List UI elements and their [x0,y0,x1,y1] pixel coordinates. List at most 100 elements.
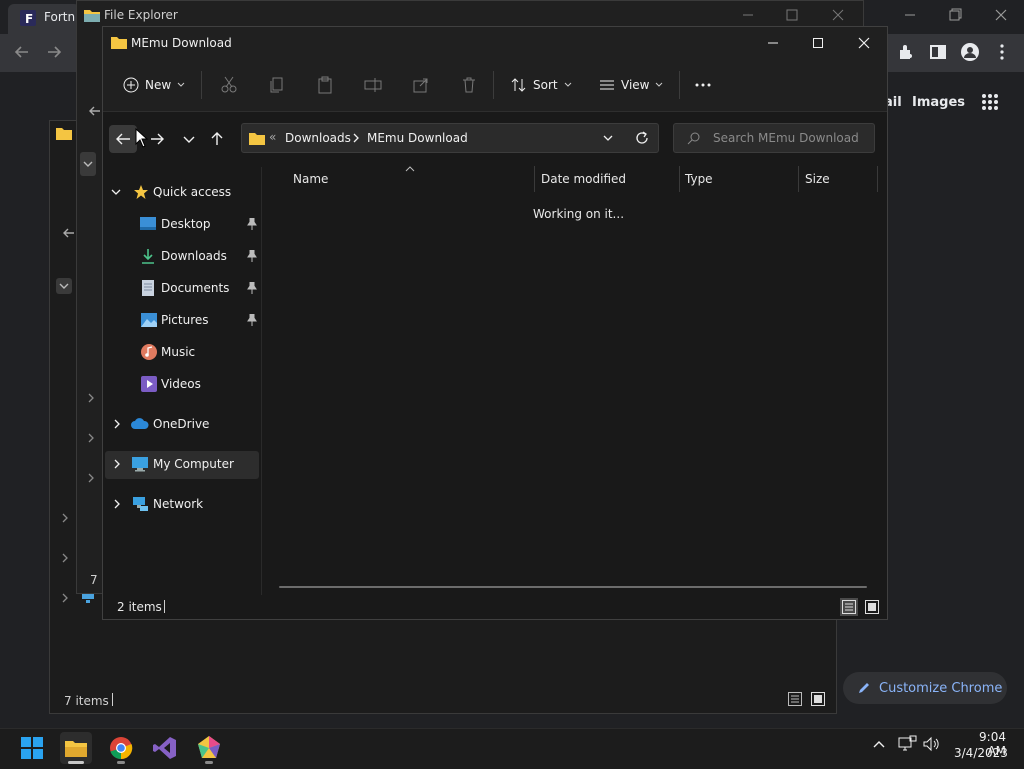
taskbar-chrome[interactable] [105,732,137,764]
column-header-date-modified[interactable]: Date modified [541,172,626,186]
folder-icon [56,126,72,140]
recent-locations-chevron-icon[interactable] [179,129,199,149]
view-button[interactable]: View [599,73,663,97]
column-separator[interactable] [679,166,680,192]
nav-item-music[interactable]: Music [103,337,259,367]
clock-date[interactable]: 3/4/2023 [954,746,1008,760]
pictures-icon [141,313,157,327]
column-header-type[interactable]: Type [685,172,713,186]
tiles-view-icon[interactable] [811,692,825,706]
bg-minimize-icon[interactable] [738,6,758,24]
apps-grid-icon[interactable] [980,92,1000,112]
tray-overflow-chevron-icon[interactable] [872,738,886,750]
customize-chrome-button[interactable]: Customize Chrome [843,672,1007,704]
rename-icon[interactable] [363,75,383,95]
minimize-icon[interactable] [763,33,783,53]
close-icon[interactable] [854,33,874,53]
delete-icon[interactable] [459,75,479,95]
nav-item-videos[interactable]: Videos [103,369,259,399]
nav-item-documents[interactable]: Documents [103,273,259,303]
address-history-chevron-icon[interactable] [601,131,615,145]
sort-label: Sort [533,78,558,92]
network-icon [133,497,148,511]
chevron-down-icon [111,189,121,195]
search-placeholder: Search MEmu Download [713,131,859,145]
plus-circle-icon [123,77,139,93]
details-view-icon[interactable] [788,692,802,706]
back-button[interactable] [109,125,137,153]
more-options-icon[interactable] [693,75,713,95]
bg-chevron-down-icon [56,278,72,294]
copy-icon[interactable] [267,75,287,95]
column-separator[interactable] [534,166,535,192]
sort-ascending-icon [405,165,415,173]
explorer-window: MEmu Download New Sort View « Downloads … [102,26,888,620]
chrome-minimize-icon[interactable] [895,6,925,24]
extensions-icon[interactable] [897,43,915,61]
tiles-view-button[interactable] [863,598,881,616]
column-separator[interactable] [798,166,799,192]
chrome-menu-icon[interactable] [996,42,1008,62]
profile-avatar-icon[interactable] [960,42,980,62]
new-button[interactable]: New [123,73,185,97]
download-arrow-icon [142,249,154,264]
images-link[interactable]: Images [912,95,965,110]
refresh-icon[interactable] [634,130,650,146]
nav-my-computer[interactable]: My Computer [103,449,259,479]
breadcrumb-chevron-icon[interactable] [351,131,361,145]
column-separator[interactable] [877,166,878,192]
taskbar-visual-studio[interactable] [149,732,181,764]
nav-item-label: Pictures [161,313,209,327]
nav-item-desktop[interactable]: Desktop [103,209,259,239]
column-header-size[interactable]: Size [805,172,830,186]
new-label: New [145,78,172,92]
side-panel-icon[interactable] [929,43,947,61]
details-view-button[interactable] [840,598,858,616]
chrome-back-icon[interactable] [12,42,32,62]
nav-quick-access[interactable]: Quick access [103,177,259,207]
chrome-icon [110,737,133,760]
taskbar-file-explorer[interactable] [60,732,92,764]
nav-item-pictures[interactable]: Pictures [103,305,259,335]
breadcrumb-downloads[interactable]: Downloads [285,131,351,145]
customize-chrome-label: Customize Chrome [879,680,1003,696]
chrome-restore-icon[interactable] [940,6,970,24]
command-separator [493,71,494,99]
taskbar-app[interactable] [193,732,225,764]
chevron-right-icon [114,499,120,509]
nav-item-downloads[interactable]: Downloads [103,241,259,271]
breadcrumb-memu-download[interactable]: MEmu Download [367,131,468,145]
network-status-icon[interactable] [897,735,917,753]
start-button[interactable] [16,732,48,764]
status-item-count: 2 items [117,600,162,614]
colorful-app-icon [198,736,220,758]
paste-icon[interactable] [315,75,335,95]
forward-arrow-icon[interactable] [147,129,167,149]
bg-maximize-icon[interactable] [782,6,802,24]
nav-my-computer-label: My Computer [153,457,234,471]
pin-icon [247,218,257,230]
details-view-icon [842,600,856,614]
bg-back-arrow-icon [88,104,102,118]
chrome-tab-title: Fortni [44,10,79,24]
nav-onedrive-label: OneDrive [153,417,210,431]
up-arrow-icon[interactable] [207,129,227,149]
pane-divider[interactable] [261,167,262,595]
nav-network[interactable]: Network [103,489,259,519]
column-header-name[interactable]: Name [293,172,328,186]
pin-icon [247,282,257,294]
bg-close-icon[interactable] [828,6,848,24]
chrome-forward-icon[interactable] [44,42,64,62]
view-label: View [621,78,650,92]
horizontal-scrollbar[interactable] [279,586,867,588]
chrome-close-icon[interactable] [986,6,1016,24]
share-icon[interactable] [411,75,431,95]
nav-onedrive[interactable]: OneDrive [103,409,259,439]
breadcrumb-overflow[interactable]: « [269,130,276,144]
cut-icon[interactable] [219,75,239,95]
sort-button[interactable]: Sort [511,73,572,97]
active-app-indicator [68,761,84,764]
background-status-divider [112,693,113,706]
volume-icon[interactable] [922,735,942,753]
maximize-icon[interactable] [808,33,828,53]
